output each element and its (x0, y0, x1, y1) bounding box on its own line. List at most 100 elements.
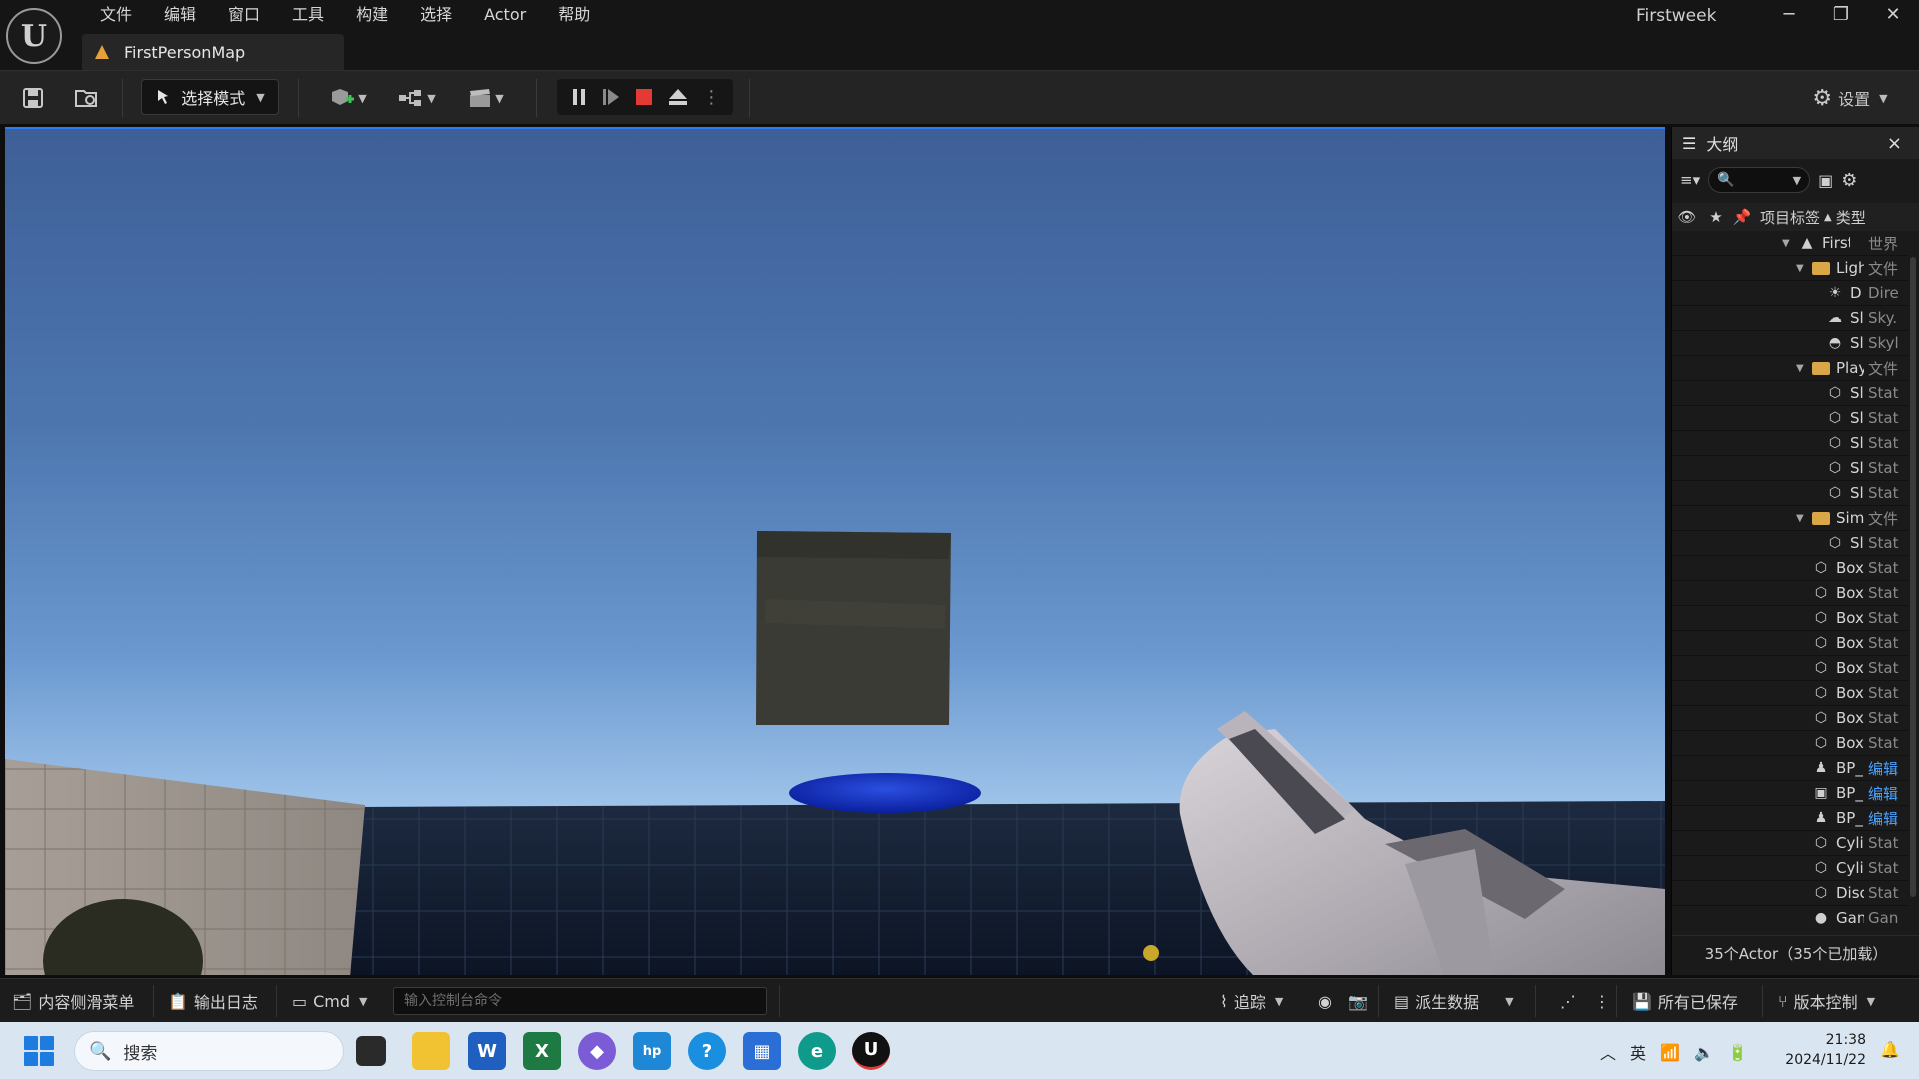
step-frame-icon[interactable] (601, 87, 621, 107)
minimize-button[interactable]: ─ (1769, 2, 1809, 28)
filter-icon[interactable]: ≡▾ (1680, 171, 1700, 189)
eject-icon[interactable] (667, 87, 689, 107)
outliner-row[interactable]: ▼ Sim 文件 (1672, 506, 1908, 531)
outliner-row[interactable]: ⬡ Cyli Stat (1672, 831, 1908, 856)
outliner-row[interactable]: ⬡ Sl Stat (1672, 431, 1908, 456)
level-viewport[interactable] (5, 127, 1665, 975)
menu-build[interactable]: 构建 (340, 4, 404, 30)
star-icon[interactable]: ★ (1702, 208, 1730, 226)
menu-select[interactable]: 选择 (404, 4, 468, 30)
outliner-row[interactable]: ⬡ Box Stat (1672, 681, 1908, 706)
expand-triangle-icon[interactable]: ▼ (1796, 513, 1808, 524)
word-icon[interactable]: W (468, 1032, 506, 1070)
copilot-icon[interactable]: ◆ (578, 1032, 616, 1070)
expand-triangle-icon[interactable]: ▼ (1796, 363, 1808, 374)
unreal-engine-icon[interactable]: U (852, 1032, 890, 1070)
outliner-row-type[interactable]: 编辑 (1868, 783, 1904, 804)
map-tab[interactable]: FirstPersonMap (82, 34, 344, 70)
cinematics-button[interactable]: ▼ (461, 81, 511, 115)
close-window-button[interactable]: ✕ (1873, 2, 1913, 28)
unreal-logo-icon[interactable]: U (6, 8, 62, 64)
outliner-row[interactable]: ⬡ Cyli Stat (1672, 856, 1908, 881)
help-icon[interactable]: ? (688, 1032, 726, 1070)
outliner-row[interactable]: ⬡ Box Stat (1672, 706, 1908, 731)
outliner-row-type[interactable]: 编辑 (1868, 758, 1904, 779)
outliner-row[interactable]: ▣ BP_ 编辑 (1672, 781, 1908, 806)
save-icon[interactable] (18, 81, 48, 115)
source-control-button[interactable]: ⑂ 版本控制 ▼ (1778, 989, 1875, 1013)
more-options-icon[interactable]: ⋮ (702, 87, 720, 108)
pause-icon[interactable] (570, 87, 588, 107)
menu-window[interactable]: 窗口 (212, 4, 276, 30)
battery-icon[interactable]: 🔋 (1728, 1043, 1748, 1062)
content-browser-icon[interactable] (72, 81, 102, 115)
select-mode-dropdown[interactable]: 选择模式 ▼ (141, 79, 279, 115)
outliner-row[interactable]: ☀ D Dire (1672, 281, 1908, 306)
layout-icon[interactable]: ⋰ (1560, 989, 1576, 1013)
edge-icon[interactable]: e (798, 1032, 836, 1070)
outliner-row[interactable]: ▼ Play 文件 (1672, 356, 1908, 381)
outliner-row[interactable]: ▼ Ligh 文件 (1672, 256, 1908, 281)
outliner-row[interactable]: ☁ Sl Sky. (1672, 306, 1908, 331)
add-actor-button[interactable]: ▼ (323, 81, 373, 115)
restore-button[interactable]: ❐ (1821, 2, 1861, 28)
outliner-row[interactable]: ▼ ▲ FirstP 世界 (1672, 231, 1908, 256)
more-options-icon[interactable]: ⋮ (1594, 989, 1610, 1013)
outliner-row[interactable]: ⬡ Sl Stat (1672, 381, 1908, 406)
menu-tools[interactable]: 工具 (276, 4, 340, 30)
menu-help[interactable]: 帮助 (542, 4, 606, 30)
cmd-dropdown[interactable]: ▭ Cmd ▼ (292, 989, 368, 1013)
outliner-row[interactable]: ♟ BP_ 编辑 (1672, 806, 1908, 831)
taskbar-clock[interactable]: 21:38 2024/11/22 (1770, 1030, 1866, 1070)
chevron-up-icon[interactable]: ︿ (1600, 1040, 1616, 1064)
output-log-button[interactable]: 📋 输出日志 (168, 989, 258, 1013)
outliner-search-input[interactable]: 🔍 ▼ (1708, 167, 1811, 193)
outliner-row[interactable]: ⬡ Box Stat (1672, 556, 1908, 581)
menu-file[interactable]: 文件 (84, 4, 148, 30)
ime-indicator[interactable]: 英 (1630, 1040, 1646, 1064)
taskbar-search-input[interactable]: 🔍 搜索 (74, 1031, 344, 1071)
excel-icon[interactable]: X (523, 1032, 561, 1070)
trace-button[interactable]: ⌇ 追踪 ▼ (1220, 989, 1283, 1013)
settings-button[interactable]: ⚙ 设置 ▼ (1806, 81, 1894, 115)
outliner-row[interactable]: ⬡ Box Stat (1672, 731, 1908, 756)
notification-icon[interactable]: 🔔 (1880, 1040, 1900, 1059)
column-label[interactable]: 项目标签 (1760, 207, 1820, 228)
menu-edit[interactable]: 编辑 (148, 4, 212, 30)
outliner-row[interactable]: ⬡ Box Stat (1672, 631, 1908, 656)
eye-icon[interactable]: 👁 (1672, 208, 1702, 226)
all-saved-button[interactable]: 💾 所有已保存 (1632, 989, 1738, 1013)
outliner-row[interactable]: ⬡ Box Stat (1672, 581, 1908, 606)
windows-start-icon[interactable] (24, 1036, 54, 1066)
outliner-row[interactable]: ⬡ Sl Stat (1672, 456, 1908, 481)
store-icon[interactable]: ▦ (743, 1032, 781, 1070)
outliner-row[interactable]: ◓ Sl Skyl (1672, 331, 1908, 356)
file-explorer-icon[interactable] (412, 1032, 450, 1070)
column-type[interactable]: 类型 (1836, 207, 1866, 228)
blueprint-button[interactable]: ▼ (392, 81, 442, 115)
outliner-row[interactable]: ⬡ Sl Stat (1672, 481, 1908, 506)
wifi-icon[interactable]: 📶 (1660, 1043, 1680, 1062)
stop-icon[interactable] (634, 87, 654, 107)
task-view-icon[interactable] (356, 1036, 386, 1066)
screenshot-icon[interactable]: 📷 (1348, 989, 1368, 1013)
menu-actor[interactable]: Actor (468, 4, 542, 30)
myhp-icon[interactable]: hp (633, 1032, 671, 1070)
outliner-row[interactable]: ♟ BP_ 编辑 (1672, 756, 1908, 781)
outliner-row-type[interactable]: 编辑 (1868, 808, 1904, 829)
outliner-scrollbar[interactable] (1910, 257, 1916, 897)
record-icon[interactable]: ◉ (1318, 989, 1332, 1013)
console-command-input[interactable]: 输入控制台命令 (393, 987, 767, 1015)
pin-icon[interactable]: 📌 (1730, 208, 1754, 226)
gear-icon[interactable]: ⚙ (1841, 170, 1857, 191)
volume-icon[interactable]: 🔈 (1694, 1043, 1714, 1062)
close-outliner-button[interactable]: × (1887, 133, 1902, 154)
content-drawer-button[interactable]: 🗂 内容侧滑菜单 (12, 989, 134, 1013)
outliner-row[interactable]: ⬡ Sl Stat (1672, 531, 1908, 556)
expand-triangle-icon[interactable]: ▼ (1796, 263, 1808, 274)
outliner-row[interactable]: ● Gan Gan (1672, 906, 1908, 929)
derived-data-button[interactable]: ▤ 派生数据 ▼ (1394, 989, 1514, 1013)
add-folder-icon[interactable]: ▣ (1818, 171, 1833, 190)
expand-triangle-icon[interactable]: ▼ (1782, 238, 1794, 249)
outliner-row[interactable]: ⬡ Box Stat (1672, 656, 1908, 681)
